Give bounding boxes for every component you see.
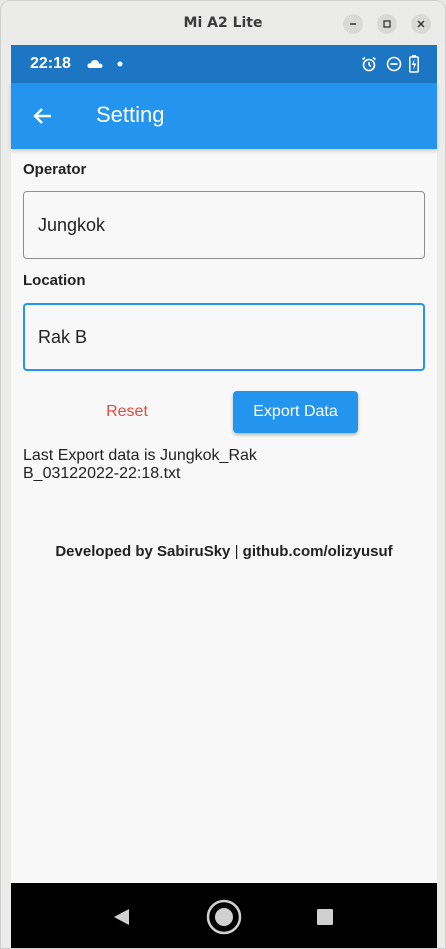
footer-separator: | [234, 543, 239, 560]
back-triangle-icon[interactable] [111, 907, 131, 927]
close-window-button[interactable] [411, 14, 431, 34]
location-label: Location [23, 272, 86, 289]
do-not-disturb-icon [386, 56, 402, 72]
operator-input[interactable] [23, 191, 425, 259]
dot-icon [117, 61, 123, 67]
footer-credits: Developed by SabiruSky | github.com/oliz… [11, 543, 437, 560]
maximize-button[interactable] [377, 14, 397, 34]
battery-charging-icon [409, 55, 419, 73]
cloud-icon [87, 60, 103, 68]
status-bar: 22:18 [11, 45, 437, 83]
phone-screen: 22:18 Setting Operator Jungkok Location … [11, 45, 437, 948]
status-time: 22:18 [30, 55, 71, 72]
back-arrow-icon[interactable] [31, 104, 55, 128]
emulator-window: Mi A2 Lite 22:18 Setting Operator Jungko… [0, 0, 446, 949]
reset-button[interactable]: Reset [77, 391, 177, 433]
window-title: Mi A2 Lite [183, 15, 263, 31]
window-controls [343, 14, 431, 34]
page-title: Setting [96, 102, 165, 127]
export-data-button[interactable]: Export Data [233, 391, 358, 433]
maximize-icon [383, 20, 391, 28]
last-export-text: Last Export data is Jungkok_Rak B_031220… [23, 447, 257, 482]
navigation-bar [11, 883, 437, 948]
window-titlebar: Mi A2 Lite [1, 1, 445, 45]
home-circle-icon[interactable] [206, 899, 242, 935]
minimize-button[interactable] [343, 14, 363, 34]
location-input[interactable] [23, 303, 425, 371]
close-icon [417, 20, 425, 28]
github-link[interactable]: github.com/olizyusuf [243, 543, 393, 560]
alarm-icon [362, 56, 376, 72]
developer-credit: Developed by SabiruSky [55, 543, 231, 560]
operator-label: Operator [23, 161, 87, 178]
app-bar: Setting [11, 83, 437, 149]
minimize-icon [350, 23, 356, 25]
recents-square-icon[interactable] [316, 908, 334, 926]
